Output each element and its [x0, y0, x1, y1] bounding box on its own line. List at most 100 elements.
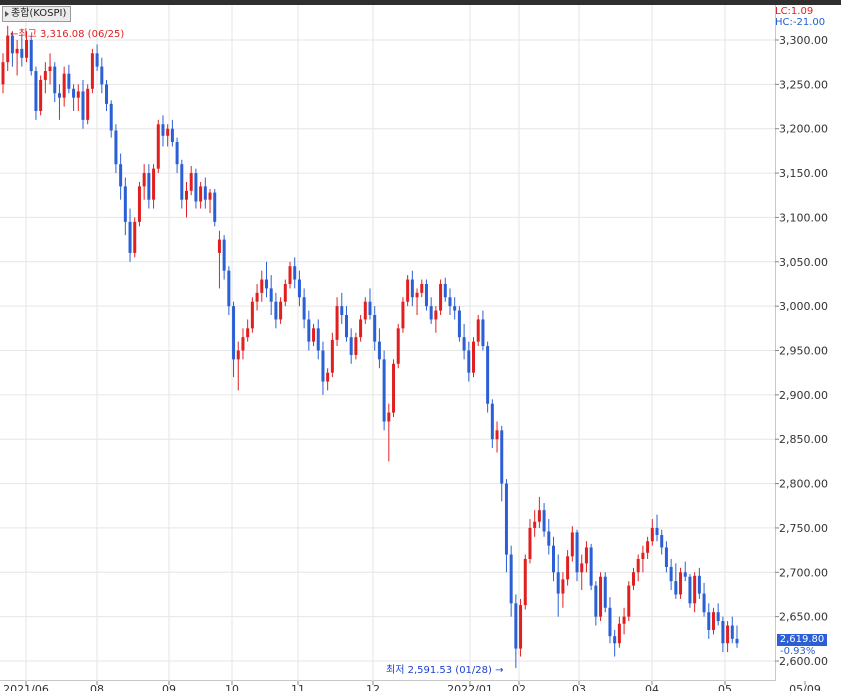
candle-down — [735, 638, 739, 644]
y-tick-label: 3,100.00 — [779, 211, 828, 224]
candle-down — [119, 164, 123, 187]
candle-down — [707, 612, 711, 630]
candle-down — [340, 306, 344, 316]
candle-down — [161, 124, 165, 136]
candle-down — [664, 547, 668, 567]
x-tick-label: 12 — [366, 683, 380, 691]
x-tick-label: 2022/01 — [447, 683, 493, 691]
candle-down — [175, 142, 179, 165]
candle-up — [495, 430, 499, 440]
x-tick-label: 08 — [90, 683, 104, 691]
candle-down — [481, 319, 485, 347]
candle-down — [575, 532, 579, 573]
candle-up — [387, 412, 391, 422]
candle-up — [537, 510, 541, 522]
candle-down — [486, 346, 490, 404]
candle-up — [636, 558, 640, 573]
y-tick-label: 2,700.00 — [779, 566, 828, 579]
candle-up — [39, 79, 43, 111]
candle-down — [147, 173, 151, 200]
candle-up — [199, 186, 203, 202]
candle-up — [476, 319, 480, 342]
candle-up — [650, 527, 654, 542]
candle-up — [241, 337, 245, 351]
candle-up — [166, 128, 170, 136]
candle-up — [133, 221, 137, 253]
candle-up — [283, 283, 287, 302]
candle-down — [429, 306, 433, 320]
candle-down — [509, 554, 513, 604]
candle-up — [185, 190, 188, 200]
candle-up — [250, 301, 254, 329]
candle-down — [467, 350, 471, 373]
candle-down — [269, 288, 273, 302]
candle-up — [523, 558, 527, 606]
candle-up — [255, 292, 259, 302]
candle-down — [613, 636, 617, 644]
candle-up — [279, 301, 283, 320]
candle-down — [683, 572, 687, 577]
candle-down — [730, 625, 734, 639]
candle-up — [693, 575, 697, 604]
candle-down — [232, 306, 236, 360]
candle-up — [434, 310, 438, 320]
candle-up — [627, 585, 631, 617]
candle-down — [109, 103, 113, 131]
candle-up — [189, 173, 193, 191]
x-tick-label: 02 — [512, 683, 526, 691]
candle-up — [584, 547, 588, 564]
y-tick-label: 3,300.00 — [779, 34, 828, 47]
candle-up — [25, 40, 29, 58]
candle-down — [674, 581, 678, 595]
y-tick-label: 2,850.00 — [779, 433, 828, 446]
y-tick-label: 3,150.00 — [779, 167, 828, 180]
candle-up — [566, 556, 570, 580]
candle-up — [641, 552, 645, 559]
x-tick-label: 05 — [718, 683, 732, 691]
candle-down — [410, 279, 414, 298]
candle-up — [330, 339, 334, 373]
candle-down — [504, 483, 508, 555]
candle-down — [170, 128, 174, 143]
chart-title[interactable]: 종합(KOSPI) — [2, 6, 72, 22]
candle-up — [142, 173, 146, 187]
candle-down — [669, 566, 673, 582]
y-axis-ticks: 3,300.00 3,250.00 3,200.00 3,150.00 3,100.00… — [775, 34, 828, 668]
candle-up — [439, 283, 443, 311]
candle-down — [547, 531, 551, 546]
grid-lines — [0, 5, 775, 681]
candle-down — [349, 337, 353, 355]
candle-up — [217, 239, 221, 253]
candle-up — [15, 48, 19, 54]
change-percent-label: -0.93% — [780, 646, 816, 657]
candle-down — [424, 283, 428, 307]
y-tick-label: 3,050.00 — [779, 256, 828, 269]
candle-up — [622, 616, 626, 624]
y-tick-label: 3,250.00 — [779, 78, 828, 91]
candle-up — [246, 328, 250, 338]
candle-down — [20, 48, 24, 58]
candle-down — [500, 430, 504, 484]
candle-down — [448, 297, 452, 307]
candle-down — [462, 337, 466, 351]
candle-down — [457, 310, 461, 338]
candle-down — [556, 572, 560, 594]
hc-label: HC:-21.00 — [775, 17, 826, 28]
candle-down — [603, 576, 607, 608]
candlestick-chart[interactable]: 3,300.00 3,250.00 3,200.00 3,150.00 3,100.00… — [0, 0, 841, 691]
candle-up — [6, 35, 10, 63]
candle-down — [114, 130, 118, 165]
candle-down — [490, 403, 494, 440]
candle-down — [72, 88, 76, 98]
candle-down — [293, 266, 297, 280]
candle-up — [726, 625, 730, 644]
candle-up — [599, 576, 603, 617]
right-arrow-icon: → — [491, 665, 504, 676]
candle-up — [406, 279, 410, 302]
candle-up — [561, 579, 565, 594]
candle-up — [326, 372, 330, 382]
candle-up — [580, 563, 584, 573]
candle-down — [57, 93, 61, 98]
candle-up — [617, 623, 621, 644]
candle-down — [81, 91, 85, 120]
